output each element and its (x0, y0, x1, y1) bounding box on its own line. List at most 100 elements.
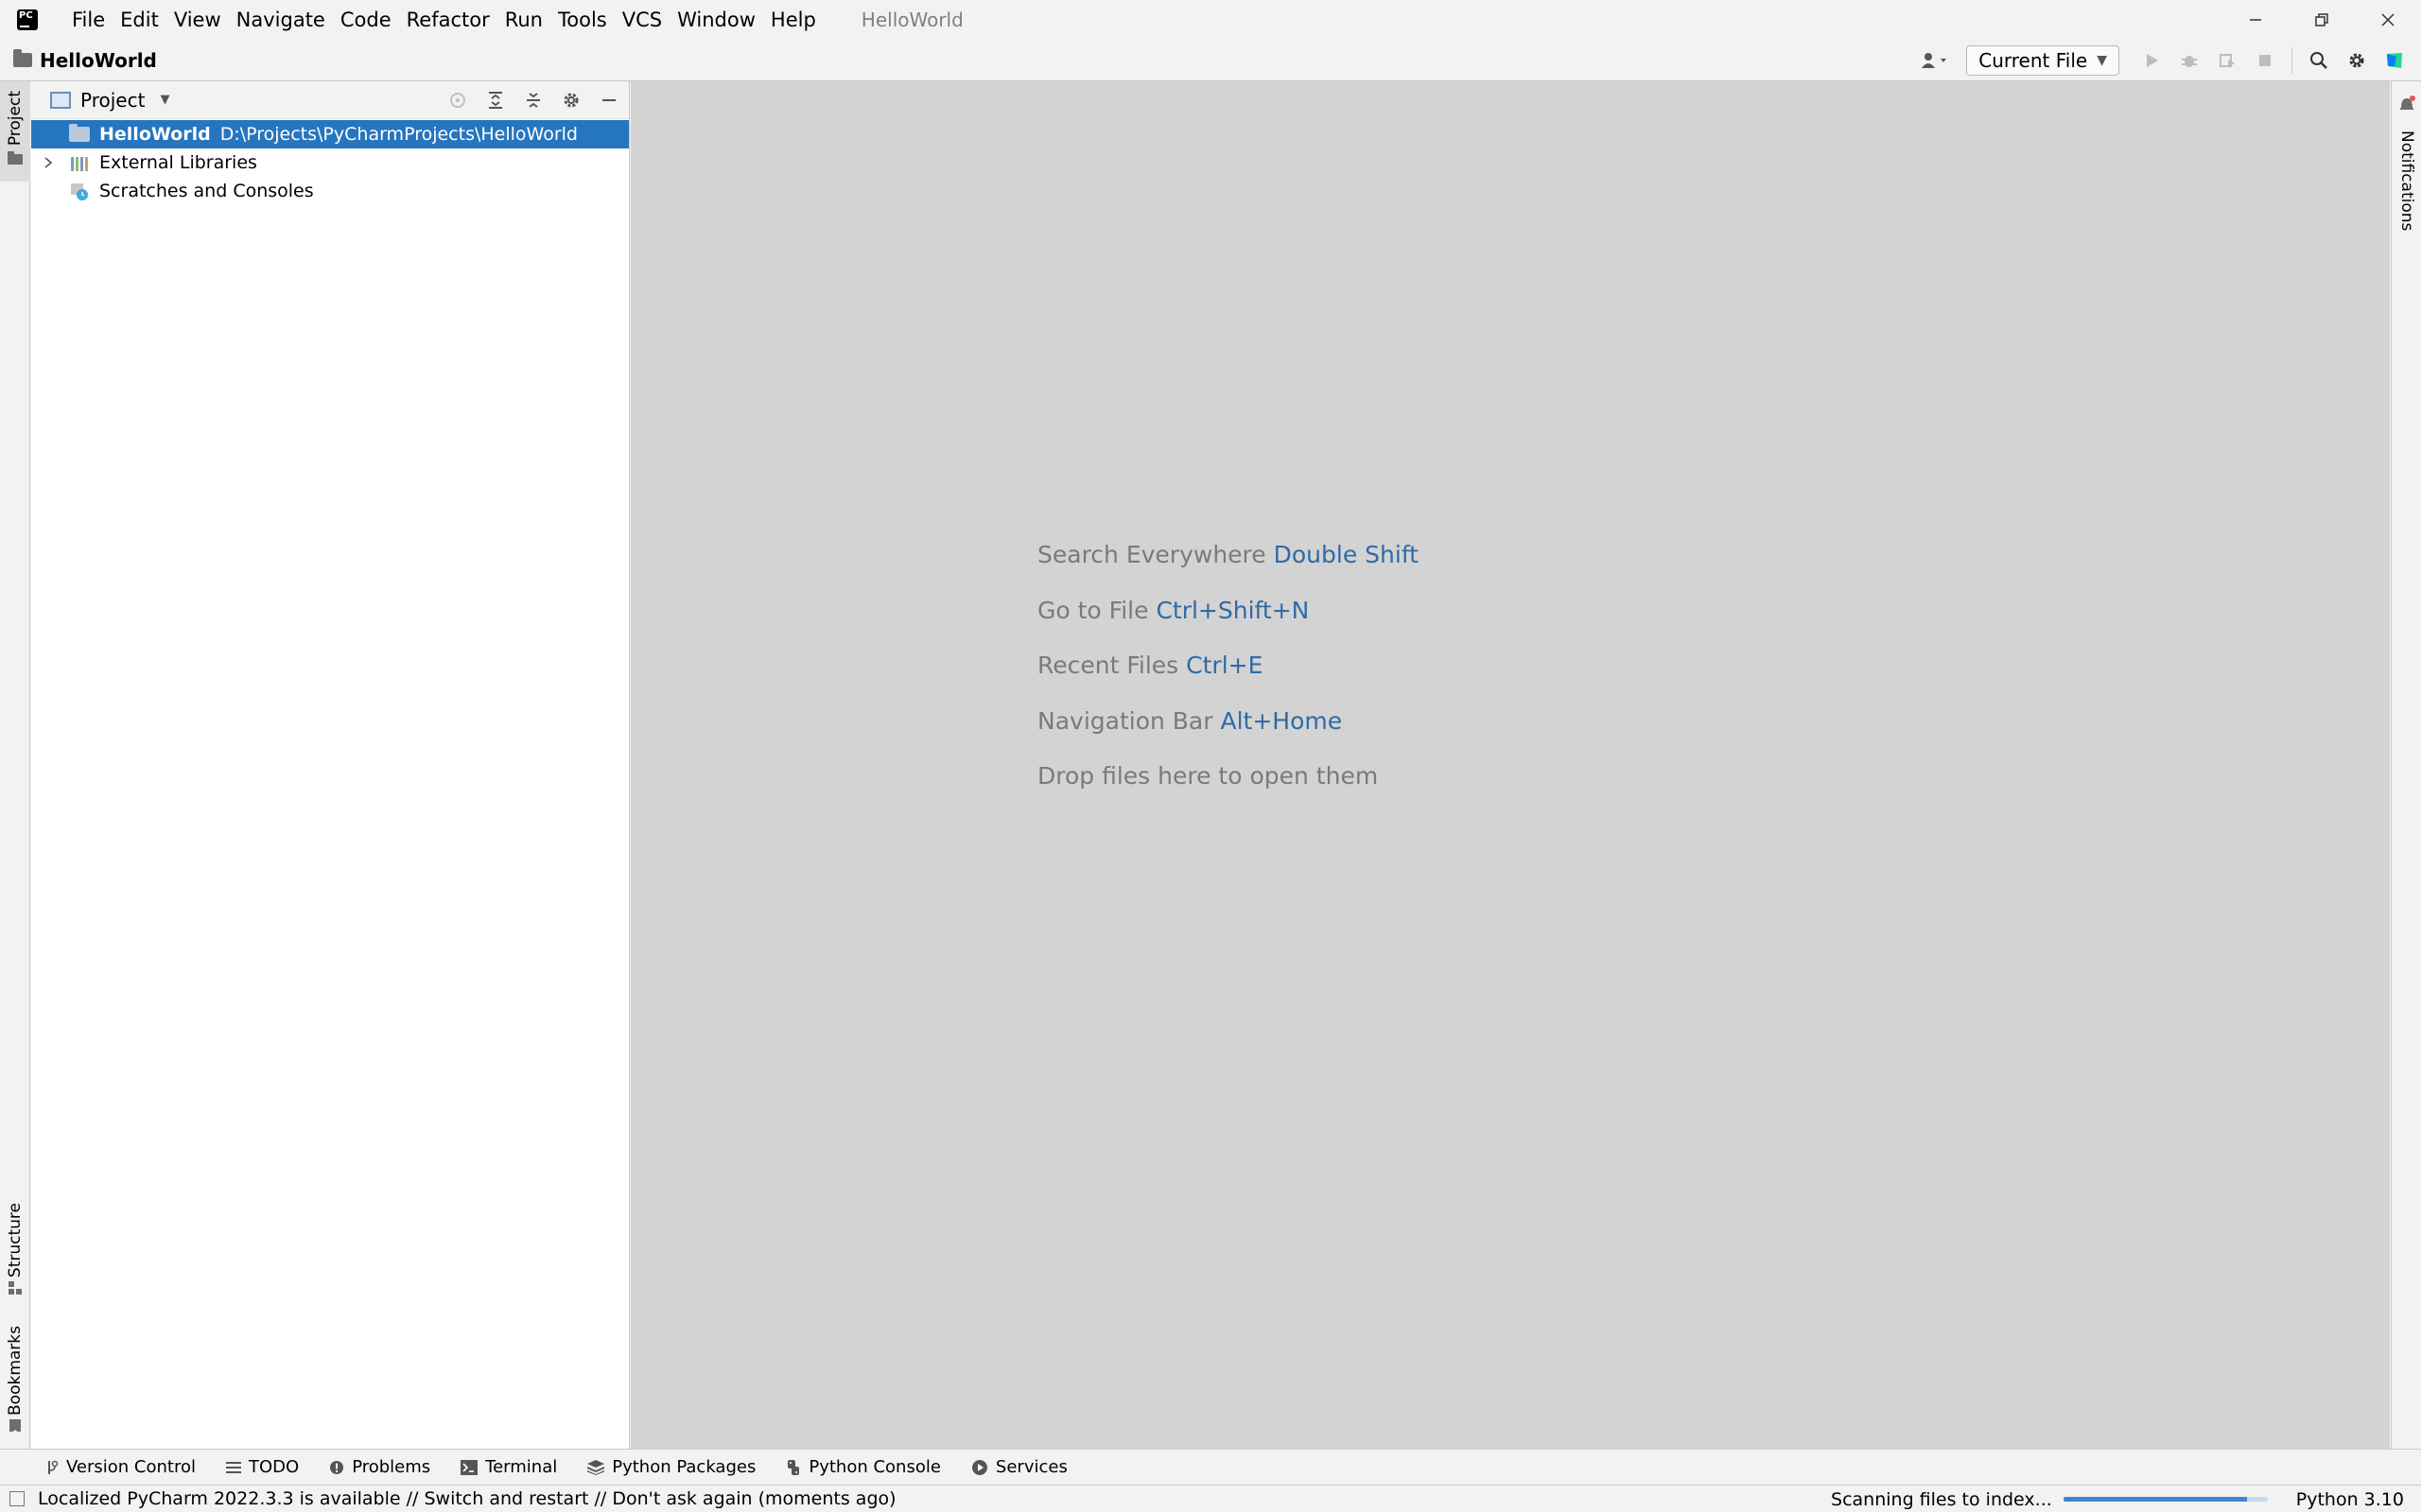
hint-text: Search Everywhere (1037, 541, 1266, 568)
close-icon (2381, 13, 2395, 26)
stripe-tab-structure[interactable]: Structure (0, 1203, 30, 1297)
run-configuration-selector[interactable]: Current File ▼ (1966, 45, 2119, 76)
window-title: HelloWorld (861, 9, 964, 31)
hint-search-everywhere: Search Everywhere Double Shift (1037, 541, 1419, 597)
bookmark-icon (9, 1418, 21, 1432)
window-controls (2222, 0, 2421, 40)
tool-python-packages[interactable]: Python Packages (587, 1457, 756, 1477)
minimize-icon (2250, 19, 2261, 21)
stripe-project-label: Project (6, 91, 25, 147)
tool-label: Problems (352, 1457, 431, 1477)
folder-icon (13, 49, 32, 67)
collapse-all-button[interactable] (519, 86, 548, 114)
tree-item-helloworld[interactable]: HelloWorld D:\Projects\PyCharmProjects\H… (31, 120, 629, 148)
list-icon (225, 1461, 241, 1474)
menu-vcs[interactable]: VCS (615, 0, 670, 40)
tool-label: Python Packages (612, 1457, 757, 1477)
expand-all-icon (489, 92, 502, 109)
minimize-icon (602, 99, 616, 101)
indexing-status[interactable]: Scanning files to index... (1831, 1489, 2052, 1510)
coverage-button[interactable] (2210, 43, 2244, 78)
navigation-bar: HelloWorld Current File ▼ (0, 40, 2421, 81)
toolbar-right: Current File ▼ (1917, 40, 2412, 81)
title-bar: File Edit View Navigate Code Refactor Ru… (0, 0, 2421, 40)
editor-empty-area[interactable]: Search Everywhere Double Shift Go to Fil… (631, 81, 2390, 1449)
hint-shortcut: Ctrl+Shift+N (1156, 596, 1310, 624)
menu-edit[interactable]: Edit (113, 0, 166, 40)
folder-icon (8, 151, 23, 165)
stop-icon (2259, 55, 2271, 66)
toolbar-separator (2291, 47, 2292, 74)
tool-label: TODO (248, 1457, 300, 1477)
user-icon (1922, 53, 1947, 68)
folder-icon (69, 124, 90, 142)
close-button[interactable] (2355, 0, 2421, 40)
python-icon (786, 1459, 801, 1475)
bug-icon (2182, 56, 2197, 67)
tool-label: Python Console (809, 1457, 941, 1477)
project-view-icon (50, 91, 71, 109)
menu-help[interactable]: Help (763, 0, 824, 40)
chevron-right-icon[interactable] (41, 156, 56, 169)
user-account-button[interactable] (1917, 43, 1951, 78)
tool-python-console[interactable]: Python Console (786, 1457, 941, 1477)
collapse-all-icon (527, 93, 540, 108)
tool-version-control[interactable]: Version Control (45, 1457, 196, 1477)
status-message[interactable]: Localized PyCharm 2022.3.3 is available … (38, 1488, 897, 1509)
project-view-title[interactable]: Project (80, 89, 145, 112)
menu-view[interactable]: View (166, 0, 229, 40)
debug-button[interactable] (2172, 43, 2206, 78)
status-right: Scanning files to index... Python 3.10 (1831, 1486, 2404, 1512)
breadcrumb[interactable]: HelloWorld (40, 49, 157, 72)
gear-icon (564, 93, 579, 108)
expand-all-button[interactable] (481, 86, 510, 114)
stripe-notifications-label: Notifications (2397, 130, 2416, 232)
target-icon (450, 93, 465, 108)
hint-shortcut: Ctrl+E (1186, 652, 1263, 679)
tree-item-label: HelloWorld (99, 124, 211, 145)
stripe-tab-project[interactable]: Project (0, 81, 30, 182)
jetbrains-toolbox-button[interactable] (2377, 43, 2412, 78)
status-bar: Localized PyCharm 2022.3.3 is available … (0, 1485, 2421, 1512)
python-interpreter[interactable]: Python 3.10 (2296, 1489, 2404, 1510)
stop-button[interactable] (2248, 43, 2282, 78)
project-tool-window: Project ▼ HelloWorld D:\Projects\PyCharm… (31, 81, 630, 1449)
tool-services[interactable]: Services (971, 1457, 1068, 1477)
tool-problems[interactable]: Problems (329, 1457, 430, 1477)
stripe-tab-bookmarks[interactable]: Bookmarks (0, 1326, 30, 1432)
tree-item-scratches[interactable]: Scratches and Consoles (31, 177, 629, 205)
hide-panel-button[interactable] (595, 86, 623, 114)
select-opened-file-button[interactable] (444, 86, 472, 114)
indexing-progress-fill (2063, 1497, 2248, 1502)
project-options-button[interactable] (557, 86, 585, 114)
packages-icon (587, 1459, 605, 1475)
coverage-icon (2220, 54, 2235, 67)
menu-run[interactable]: Run (497, 0, 550, 40)
tree-item-external-libraries[interactable]: External Libraries (31, 148, 629, 177)
chevron-down-icon[interactable]: ▼ (160, 93, 169, 107)
tool-todo[interactable]: TODO (225, 1457, 300, 1477)
settings-button[interactable] (2340, 43, 2374, 78)
menu-refactor[interactable]: Refactor (399, 0, 497, 40)
minimize-button[interactable] (2222, 0, 2289, 40)
tree-item-label: Scratches and Consoles (99, 181, 314, 201)
run-configuration-label: Current File (1978, 49, 2088, 72)
menu-window[interactable]: Window (670, 0, 763, 40)
hint-go-to-file: Go to File Ctrl+Shift+N (1037, 597, 1419, 652)
hint-navigation-bar: Navigation Bar Alt+Home (1037, 707, 1419, 763)
restore-button[interactable] (2289, 0, 2355, 40)
menu-file[interactable]: File (64, 0, 113, 40)
project-header: Project ▼ (31, 81, 629, 119)
project-header-tools (444, 81, 623, 119)
menu-navigate[interactable]: Navigate (229, 0, 333, 40)
pycharm-logo-icon[interactable] (17, 9, 38, 30)
stripe-tab-notifications[interactable]: Notifications (2392, 91, 2421, 231)
tool-label: Terminal (485, 1457, 558, 1477)
menu-code[interactable]: Code (333, 0, 399, 40)
run-button[interactable] (2134, 43, 2168, 78)
menu-tools[interactable]: Tools (550, 0, 615, 40)
search-everywhere-button[interactable] (2302, 43, 2336, 78)
toggle-tool-windows-icon[interactable] (9, 1491, 25, 1506)
tool-terminal[interactable]: Terminal (461, 1457, 557, 1477)
gear-icon (2349, 53, 2364, 68)
